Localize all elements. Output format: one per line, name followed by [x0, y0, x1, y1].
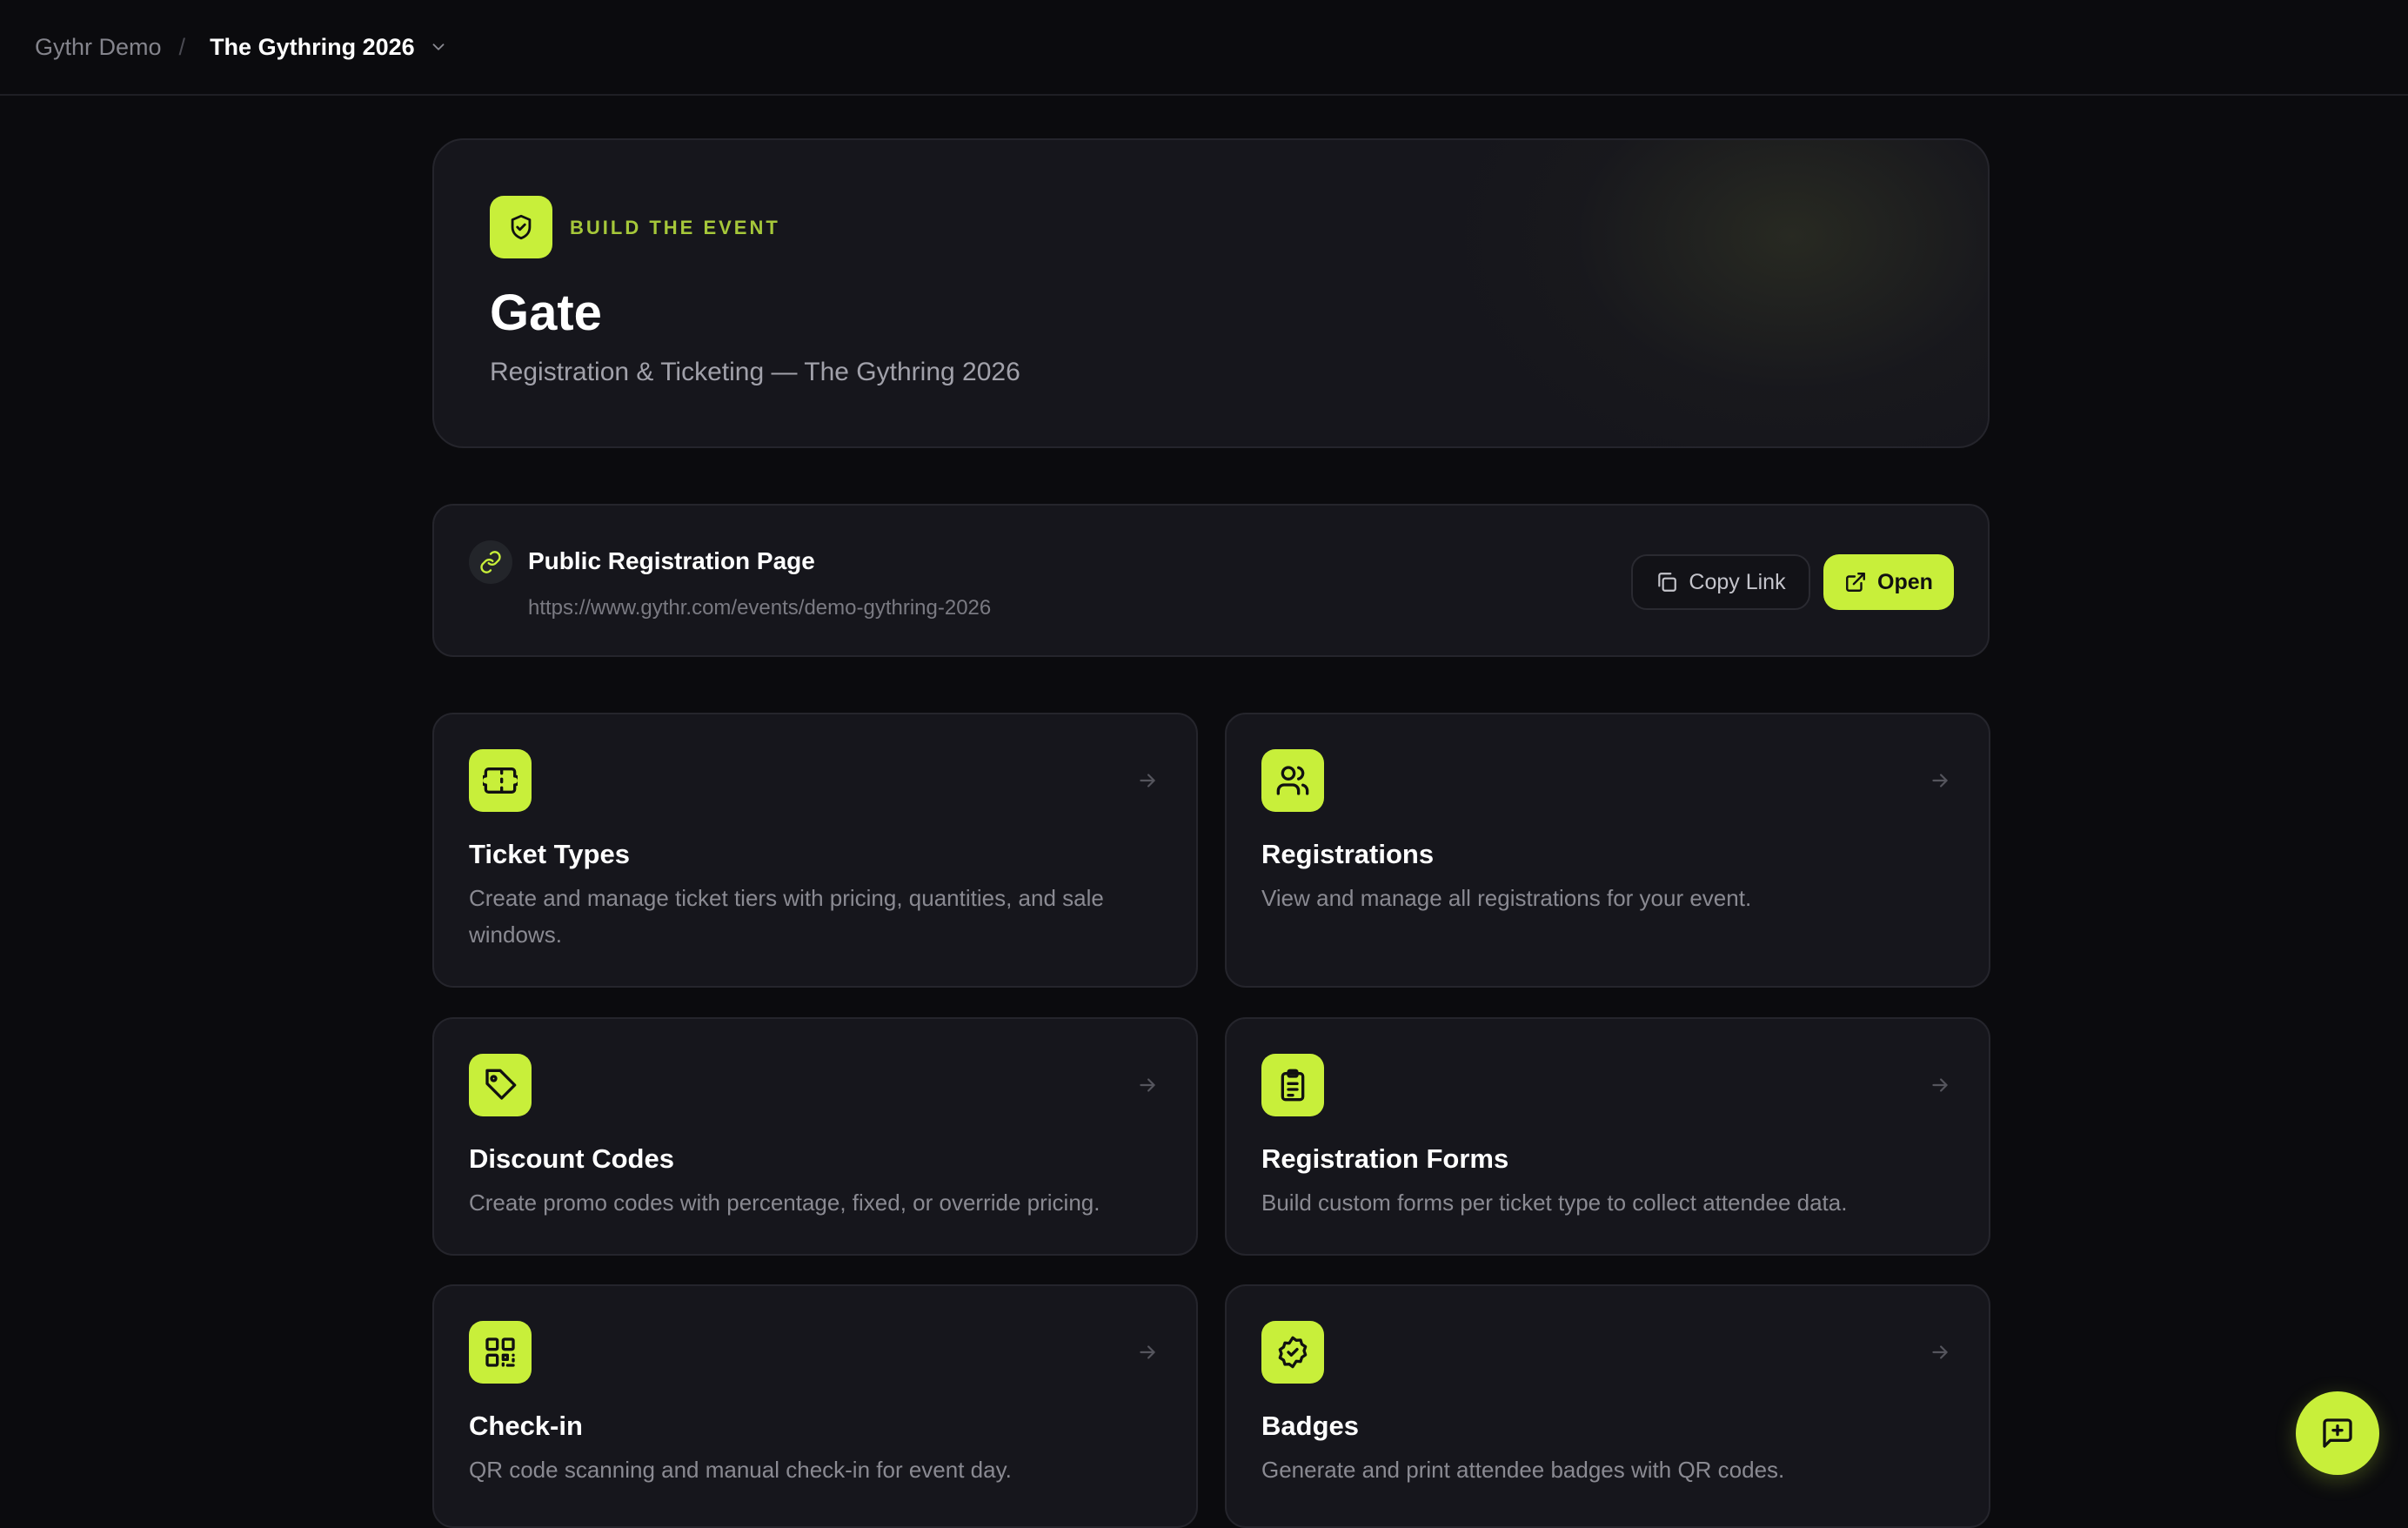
card-title: Badges: [1261, 1411, 1359, 1441]
arrow-right-icon: [1926, 1338, 1954, 1366]
arrow-right-icon: [1926, 1071, 1954, 1099]
arrow-right-icon: [1134, 1338, 1161, 1366]
page-title: Gate: [490, 285, 602, 341]
card-registration-forms[interactable]: Registration Forms Build custom forms pe…: [1225, 1017, 1990, 1256]
card-title: Ticket Types: [469, 839, 630, 869]
card-ticket-types[interactable]: Ticket Types Create and manage ticket ti…: [432, 713, 1198, 988]
copy-link-button[interactable]: Copy Link: [1631, 554, 1810, 610]
users-icon: [1261, 749, 1324, 812]
card-registrations[interactable]: Registrations View and manage all regist…: [1225, 713, 1990, 988]
page-subtitle: Registration & Ticketing — The Gythring …: [490, 358, 1020, 386]
qr-code-icon: [469, 1321, 532, 1384]
copy-link-label: Copy Link: [1689, 569, 1786, 594]
card-badges[interactable]: Badges Generate and print attendee badge…: [1225, 1284, 1990, 1528]
card-description: QR code scanning and manual check-in for…: [469, 1457, 1012, 1483]
breadcrumb-separator: /: [178, 33, 186, 60]
card-description: Create promo codes with percentage, fixe…: [469, 1190, 1100, 1216]
message-plus-icon: [2320, 1416, 2355, 1451]
card-title: Registrations: [1261, 839, 1435, 869]
open-button[interactable]: Open: [1823, 554, 1954, 610]
arrow-right-icon: [1134, 1071, 1161, 1099]
card-check-in[interactable]: Check-in QR code scanning and manual che…: [432, 1284, 1198, 1528]
breadcrumb-root[interactable]: Gythr Demo: [35, 34, 162, 61]
chevron-down-icon[interactable]: [429, 37, 448, 57]
card-title: Discount Codes: [469, 1143, 674, 1174]
registration-url[interactable]: https://www.gythr.com/events/demo-gythri…: [528, 596, 991, 620]
hero-card: BUILD THE EVENT Gate Registration & Tick…: [432, 138, 1990, 448]
card-description: Generate and print attendee badges with …: [1261, 1457, 1785, 1483]
card-title: Registration Forms: [1261, 1143, 1509, 1174]
badge-check-icon: [1261, 1321, 1324, 1384]
external-link-icon: [1844, 571, 1867, 593]
breadcrumb-current[interactable]: The Gythring 2026: [210, 34, 415, 61]
card-description: View and manage all registrations for yo…: [1261, 885, 1752, 911]
ticket-icon: [469, 749, 532, 812]
card-description: Build custom forms per ticket type to co…: [1261, 1190, 1848, 1216]
top-bar: Gythr Demo / The Gythring 2026: [0, 0, 2408, 96]
link-icon: [469, 540, 512, 584]
card-discount-codes[interactable]: Discount Codes Create promo codes with p…: [432, 1017, 1198, 1256]
copy-icon: [1656, 571, 1678, 593]
shield-check-icon: [490, 196, 552, 258]
card-title: Check-in: [469, 1411, 583, 1441]
tag-icon: [469, 1054, 532, 1116]
hero-kicker: BUILD THE EVENT: [570, 217, 780, 238]
clipboard-list-icon: [1261, 1054, 1324, 1116]
feedback-button[interactable]: [2296, 1391, 2379, 1475]
registration-link-card: Public Registration Page https://www.gyt…: [432, 504, 1990, 657]
open-label: Open: [1877, 569, 1933, 594]
arrow-right-icon: [1134, 767, 1161, 794]
card-description: Create and manage ticket tiers with pric…: [469, 885, 1104, 948]
registration-page-title: Public Registration Page: [528, 547, 815, 574]
arrow-right-icon: [1926, 767, 1954, 794]
